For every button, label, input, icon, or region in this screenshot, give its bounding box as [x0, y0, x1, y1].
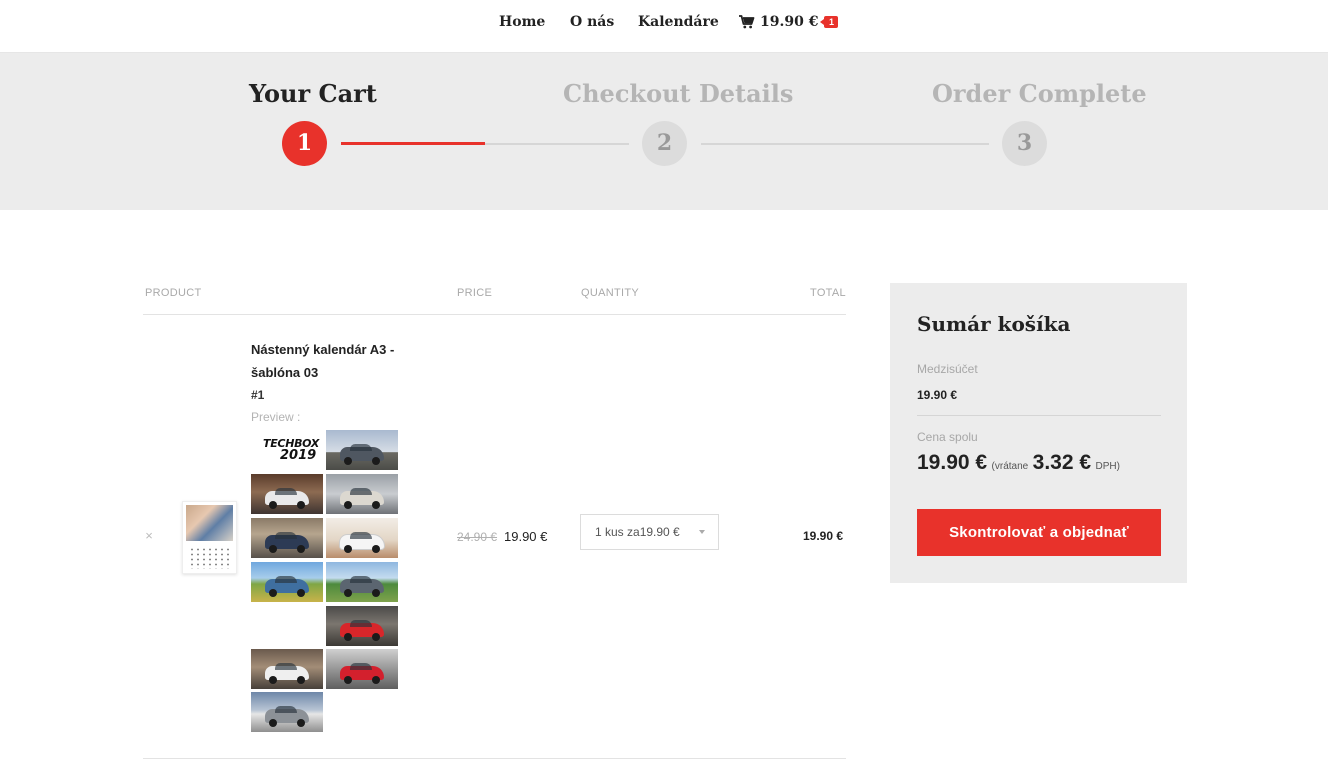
- nav-link-calendars[interactable]: Kalendáre: [638, 13, 719, 31]
- preview-car-wheel: [297, 545, 305, 553]
- shopping-cart-icon: [739, 15, 755, 29]
- nav-link-about[interactable]: O nás: [570, 13, 614, 31]
- total-label: Cena spolu: [917, 430, 978, 444]
- preview-tile-month-7[interactable]: [326, 562, 398, 602]
- step-progress-bar: [341, 142, 485, 145]
- preview-car-window: [275, 532, 297, 539]
- quantity-selected-value: 1 kus za19.90 €: [595, 525, 680, 539]
- preview-tile-month-2[interactable]: [251, 474, 323, 514]
- vat-value: 3.32 €: [1032, 451, 1092, 474]
- nav-link-home[interactable]: Home: [499, 13, 545, 31]
- preview-tile-month-8[interactable]: [326, 606, 398, 646]
- top-navigation: Home O nás Kalendáre 19.90 € 1: [0, 0, 1328, 53]
- cart-count-badge: 1: [820, 16, 839, 28]
- product-name-line-1[interactable]: Nástenný kalendár A3 -: [251, 338, 394, 361]
- step-connector-2: [701, 143, 989, 145]
- price-discounted: 19.90 €: [504, 529, 548, 544]
- nav-cart-total: 19.90 €: [760, 14, 819, 30]
- preview-car-wheel: [297, 501, 305, 509]
- summary-divider: [917, 415, 1161, 416]
- preview-tile-month-11[interactable]: [251, 692, 323, 732]
- subtotal-value: 19.90 €: [917, 388, 958, 402]
- preview-car-wheel: [269, 719, 277, 727]
- preview-car-wheel: [344, 457, 352, 465]
- preview-label: Preview :: [251, 410, 301, 424]
- checkout-button[interactable]: Skontrolovať a objednať: [917, 509, 1161, 556]
- preview-car-wheel: [297, 719, 305, 727]
- step-number-2: 2: [642, 121, 687, 166]
- preview-car-wheel: [344, 589, 352, 597]
- column-header-quantity: QUANTITY: [581, 287, 640, 299]
- cart-summary: Sumár košíka Medzisúčet 19.90 € Cena spo…: [890, 283, 1187, 583]
- preview-car-window: [350, 532, 372, 539]
- preview-car-window: [350, 576, 372, 583]
- checkout-steps: Your Cart Checkout Details Order Complet…: [0, 53, 1328, 210]
- column-header-price: PRICE: [457, 287, 493, 299]
- table-header-divider: [143, 314, 846, 315]
- step-title-cart: Your Cart: [249, 79, 377, 108]
- thumbnail-photo: [186, 505, 233, 541]
- product-thumbnail[interactable]: [182, 501, 237, 574]
- preview-tile-month-1[interactable]: [326, 430, 398, 470]
- preview-car-window: [275, 663, 297, 670]
- preview-car-window: [350, 444, 372, 451]
- product-name-line-2[interactable]: šablóna 03: [251, 361, 318, 384]
- preview-car-window: [275, 576, 297, 583]
- thumbnail-calendar-grid: [189, 547, 231, 569]
- preview-tile-cover-logo[interactable]: TECHBOX 2019: [251, 430, 323, 470]
- preview-car-wheel: [344, 633, 352, 641]
- preview-logo-bottom: 2019: [280, 448, 317, 463]
- vat-suffix: DPH): [1095, 461, 1120, 472]
- total-value: 19.90 €: [917, 451, 988, 474]
- step-title-checkout-details: Checkout Details: [563, 79, 794, 108]
- column-header-product: PRODUCT: [145, 287, 202, 299]
- preview-car-window: [350, 488, 372, 495]
- preview-car-window: [350, 663, 372, 670]
- table-footer-divider: [143, 758, 846, 759]
- preview-car-wheel: [269, 676, 277, 684]
- summary-title: Sumár košíka: [917, 312, 1071, 336]
- step-number-3: 3: [1002, 121, 1047, 166]
- remove-item-button[interactable]: ×: [143, 529, 155, 543]
- preview-car-wheel: [372, 545, 380, 553]
- preview-tile-month-5[interactable]: [326, 518, 398, 558]
- preview-car-wheel: [297, 589, 305, 597]
- vat-prefix: (vrátane: [991, 461, 1029, 472]
- row-total: 19.90 €: [803, 529, 844, 543]
- preview-tile-month-4[interactable]: [251, 518, 323, 558]
- product-variant: #1: [251, 388, 265, 402]
- preview-car-wheel: [297, 676, 305, 684]
- preview-car-wheel: [269, 589, 277, 597]
- preview-car-wheel: [372, 633, 380, 641]
- price-original: 24.90 €: [457, 530, 498, 544]
- column-header-total: TOTAL: [810, 287, 846, 299]
- preview-car-wheel: [344, 545, 352, 553]
- subtotal-label: Medzisúčet: [917, 362, 978, 376]
- preview-car-wheel: [372, 501, 380, 509]
- preview-car-wheel: [344, 501, 352, 509]
- preview-tile-month-3[interactable]: [326, 474, 398, 514]
- preview-car-wheel: [344, 676, 352, 684]
- chevron-down-icon: [699, 530, 705, 534]
- preview-tile-month-10[interactable]: [326, 649, 398, 689]
- step-title-order-complete: Order Complete: [932, 79, 1147, 108]
- preview-tile-month-9[interactable]: [251, 649, 323, 689]
- preview-car-wheel: [269, 545, 277, 553]
- preview-car-wheel: [372, 457, 380, 465]
- nav-cart-link[interactable]: 19.90 € 1: [739, 13, 839, 31]
- quantity-select[interactable]: 1 kus za19.90 €: [580, 514, 719, 550]
- step-number-1: 1: [282, 121, 327, 166]
- preview-car-window: [275, 706, 297, 713]
- preview-car-window: [350, 620, 372, 627]
- preview-tile-month-6[interactable]: [251, 562, 323, 602]
- preview-car-wheel: [269, 501, 277, 509]
- preview-car-wheel: [372, 589, 380, 597]
- preview-car-window: [275, 488, 297, 495]
- total-row: 19.90 € (vrátane 3.32 € DPH): [917, 451, 1120, 475]
- preview-car-wheel: [372, 676, 380, 684]
